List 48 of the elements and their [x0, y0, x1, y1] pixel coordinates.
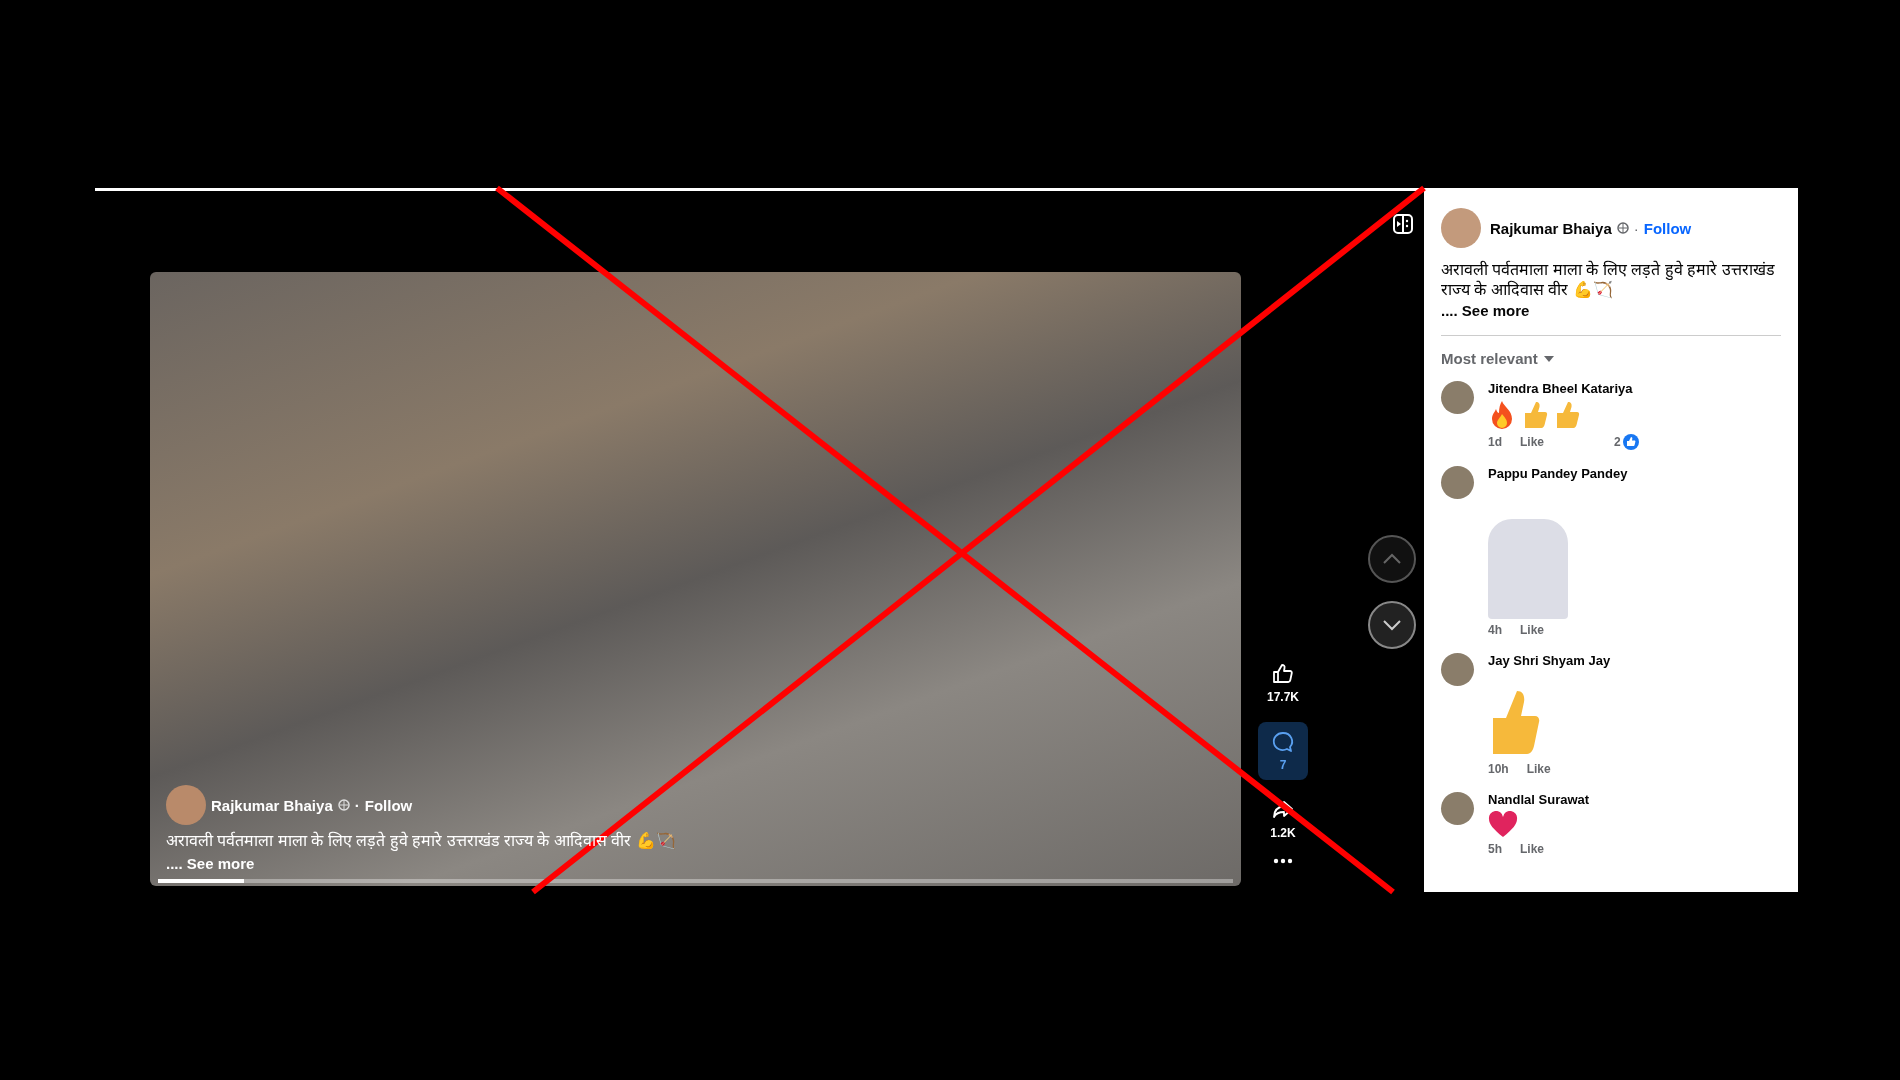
share-button[interactable]: 1.2K: [1258, 790, 1308, 848]
thumbs-up-icon: [1554, 400, 1580, 430]
author-name[interactable]: Rajkumar Bhaiya: [1490, 219, 1612, 237]
sort-dropdown[interactable]: Most relevant: [1441, 350, 1554, 367]
comment-time: 5h: [1488, 842, 1502, 856]
thumbs-up-icon: [1522, 400, 1548, 430]
like-button[interactable]: 17.7K: [1258, 654, 1308, 712]
comment-time: 1d: [1488, 435, 1502, 449]
avatar[interactable]: [1441, 381, 1474, 414]
follow-link[interactable]: Follow: [1643, 219, 1692, 237]
like-link[interactable]: Like: [1526, 762, 1551, 776]
see-more-link[interactable]: .... See more: [166, 855, 676, 872]
like-link[interactable]: Like: [1520, 623, 1545, 637]
next-button[interactable]: [1368, 601, 1416, 649]
separator: ·: [1633, 219, 1639, 237]
comment-time: 10h: [1488, 762, 1509, 776]
chevron-up-icon: [1382, 553, 1402, 565]
avatar[interactable]: [1441, 466, 1474, 499]
like-link[interactable]: Like: [1520, 435, 1545, 449]
previous-button[interactable]: [1368, 535, 1416, 583]
like-reaction-icon: [1622, 434, 1639, 450]
author-name[interactable]: Rajkumar Bhaiya: [211, 796, 333, 814]
avatar[interactable]: [166, 785, 206, 825]
speech-bubble-icon: [1271, 730, 1295, 754]
chevron-down-icon: [1382, 619, 1402, 631]
post-caption: अरावली पर्वतमाला माला के लिए लड़ते हुवे हमारे उत्तराखंड राज्य के आदिवास वीर 💪🏹: [1441, 260, 1776, 300]
commenter-name[interactable]: Jay Shri Shyam Jay: [1488, 653, 1611, 668]
thumbs-up-icon: [1271, 662, 1295, 686]
comment-button[interactable]: 7: [1258, 722, 1308, 780]
side-panel-toggle-icon[interactable]: [1392, 213, 1414, 235]
progress-bar[interactable]: [158, 879, 1233, 883]
like-link[interactable]: Like: [1520, 842, 1545, 856]
separator: ·: [354, 796, 360, 814]
commenter-name[interactable]: Pappu Pandey Pandey: [1488, 466, 1628, 481]
heart-icon: [1488, 811, 1518, 838]
avatar[interactable]: [1441, 653, 1474, 686]
caret-down-icon: [1543, 355, 1554, 362]
comment-time: 4h: [1488, 623, 1502, 637]
globe-icon: [1616, 222, 1629, 234]
see-more-link[interactable]: .... See more: [1441, 302, 1781, 319]
follow-link[interactable]: Follow: [364, 796, 413, 814]
avatar[interactable]: [1441, 208, 1481, 248]
avatar[interactable]: [1441, 792, 1474, 825]
more-options-icon[interactable]: [1273, 858, 1293, 864]
commenter-name[interactable]: Jitendra Bheel Katariya: [1488, 381, 1639, 396]
reaction-count: 2: [1614, 435, 1621, 449]
commenter-name[interactable]: Nandlal Surawat: [1488, 792, 1590, 807]
globe-icon: [337, 799, 350, 811]
